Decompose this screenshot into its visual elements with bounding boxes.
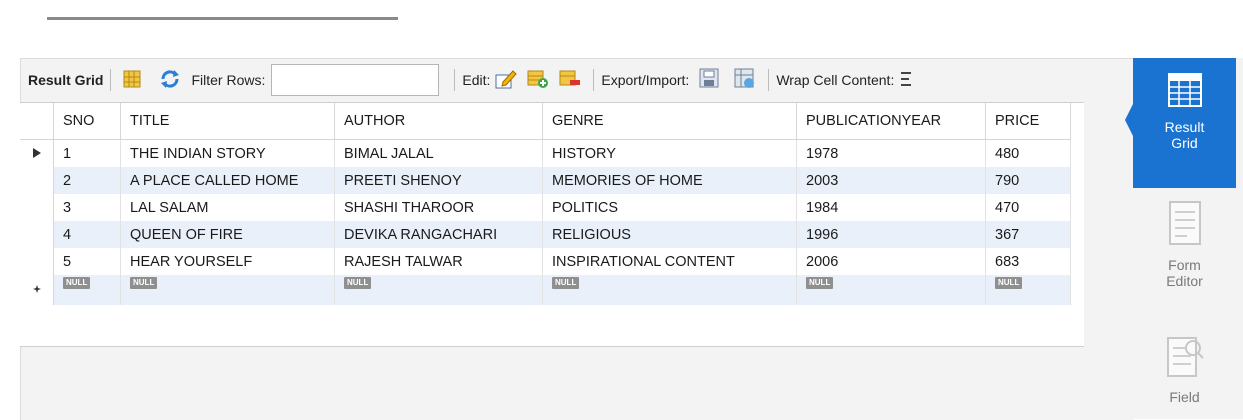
- null-badge: NULL: [806, 277, 834, 289]
- cell-genre[interactable]: INSPIRATIONAL CONTENT: [542, 248, 797, 275]
- form-editor-side-button[interactable]: Form Editor: [1133, 196, 1236, 312]
- cell-author[interactable]: NULL: [334, 275, 543, 305]
- filter-rows-label: Filter Rows:: [191, 72, 266, 88]
- result-grid-side-label: Grid: [1171, 135, 1198, 151]
- column-header-sno[interactable]: SNO: [53, 103, 121, 140]
- cell-price[interactable]: 683: [985, 248, 1071, 275]
- cell-genre[interactable]: NULL: [542, 275, 797, 305]
- cell-publicationyear[interactable]: 1984: [796, 194, 986, 221]
- cell-genre[interactable]: HISTORY: [542, 139, 797, 167]
- export-icon[interactable]: [699, 68, 721, 93]
- wrap-cell-content-label: Wrap Cell Content:: [776, 72, 895, 88]
- table-row[interactable]: 2 A PLACE CALLED HOME PREETI SHENOY MEMO…: [20, 167, 1071, 194]
- field-types-side-button[interactable]: Field: [1133, 330, 1236, 419]
- null-badge: NULL: [63, 277, 91, 289]
- field-types-side-label: Field: [1169, 389, 1200, 405]
- edit-row-icon[interactable]: [495, 69, 518, 92]
- cell-title[interactable]: LAL SALAM: [120, 194, 335, 221]
- cell-publicationyear[interactable]: 2003: [796, 167, 986, 194]
- import-icon[interactable]: [734, 68, 756, 93]
- toolbar-separator: [593, 69, 595, 91]
- form-editor-side-label: Form: [1168, 257, 1201, 273]
- active-pointer: [1125, 104, 1133, 136]
- cell-sno[interactable]: 1: [53, 139, 121, 167]
- cell-title[interactable]: HEAR YOURSELF: [120, 248, 335, 275]
- column-header-price[interactable]: PRICE: [985, 103, 1071, 140]
- cell-price[interactable]: 790: [985, 167, 1071, 194]
- cell-genre[interactable]: MEMORIES OF HOME: [542, 167, 797, 194]
- cell-title[interactable]: QUEEN OF FIRE: [120, 221, 335, 248]
- row-header[interactable]: [20, 221, 54, 248]
- cell-author[interactable]: DEVIKA RANGACHARI: [334, 221, 543, 248]
- column-header-title[interactable]: TITLE: [120, 103, 335, 140]
- result-grid-icon: [1167, 72, 1203, 111]
- table-row[interactable]: 1 THE INDIAN STORY BIMAL JALAL HISTORY 1…: [20, 139, 1071, 167]
- table-header-row: SNO TITLE AUTHOR GENRE PUBLICATIONYEAR P…: [20, 103, 1071, 140]
- result-grid-label: Result Grid: [28, 72, 104, 88]
- result-table: SNO TITLE AUTHOR GENRE PUBLICATIONYEAR P…: [20, 103, 1071, 305]
- cell-price[interactable]: 480: [985, 139, 1071, 167]
- refresh-icon[interactable]: [160, 69, 180, 91]
- cell-sno[interactable]: 3: [53, 194, 121, 221]
- cell-genre[interactable]: RELIGIOUS: [542, 221, 797, 248]
- cell-sno[interactable]: 2: [53, 167, 121, 194]
- toolbar-separator: [768, 69, 770, 91]
- cell-publicationyear[interactable]: NULL: [796, 275, 986, 305]
- cell-title[interactable]: A PLACE CALLED HOME: [120, 167, 335, 194]
- cell-sno[interactable]: NULL: [53, 275, 121, 305]
- table-row[interactable]: 5 HEAR YOURSELF RAJESH TALWAR INSPIRATIO…: [20, 248, 1071, 275]
- export-import-label: Export/Import:: [601, 72, 690, 88]
- null-badge: NULL: [344, 277, 372, 289]
- row-header[interactable]: [20, 167, 54, 194]
- delete-row-icon[interactable]: [559, 69, 581, 92]
- top-divider: [47, 17, 398, 20]
- cell-price[interactable]: 470: [985, 194, 1071, 221]
- cell-price[interactable]: NULL: [985, 275, 1071, 305]
- form-editor-icon: [1167, 200, 1203, 249]
- result-grid-side-button[interactable]: Result Grid: [1133, 58, 1236, 188]
- wrap-text-icon[interactable]: [899, 71, 913, 90]
- cell-publicationyear[interactable]: 2006: [796, 248, 986, 275]
- edit-label: Edit:: [462, 72, 491, 88]
- field-types-icon: [1165, 334, 1205, 383]
- cell-publicationyear[interactable]: 1978: [796, 139, 986, 167]
- cell-author[interactable]: PREETI SHENOY: [334, 167, 543, 194]
- column-header-genre[interactable]: GENRE: [542, 103, 797, 140]
- new-row[interactable]: NULL NULL NULL NULL NULL NULL: [20, 275, 1071, 305]
- row-header[interactable]: [20, 194, 54, 221]
- cell-price[interactable]: 367: [985, 221, 1071, 248]
- cell-title[interactable]: NULL: [120, 275, 335, 305]
- cell-author[interactable]: SHASHI THAROOR: [334, 194, 543, 221]
- cell-author[interactable]: RAJESH TALWAR: [334, 248, 543, 275]
- result-toolbar: Result Grid Filter Rows: Edit: Export/Im…: [20, 58, 1133, 102]
- cell-title[interactable]: THE INDIAN STORY: [120, 139, 335, 167]
- table-row[interactable]: 4 QUEEN OF FIRE DEVIKA RANGACHARI RELIGI…: [20, 221, 1071, 248]
- cell-sno[interactable]: 4: [53, 221, 121, 248]
- form-editor-side-label: Editor: [1166, 273, 1203, 289]
- grid-layout-icon[interactable]: [123, 70, 141, 91]
- current-row-icon[interactable]: [20, 139, 54, 167]
- result-grid-side-label: Result: [1164, 119, 1205, 135]
- cell-author[interactable]: BIMAL JALAL: [334, 139, 543, 167]
- null-badge: NULL: [995, 277, 1023, 289]
- toolbar-separator: [110, 69, 112, 91]
- null-badge: NULL: [130, 277, 158, 289]
- cell-publicationyear[interactable]: 1996: [796, 221, 986, 248]
- null-badge: NULL: [552, 277, 580, 289]
- add-row-icon[interactable]: [527, 69, 549, 92]
- result-grid: SNO TITLE AUTHOR GENRE PUBLICATIONYEAR P…: [20, 102, 1084, 347]
- row-header-corner: [20, 103, 54, 140]
- toolbar-separator: [454, 69, 456, 91]
- cell-sno[interactable]: 5: [53, 248, 121, 275]
- row-header[interactable]: [20, 248, 54, 275]
- cell-genre[interactable]: POLITICS: [542, 194, 797, 221]
- table-row[interactable]: 3 LAL SALAM SHASHI THAROOR POLITICS 1984…: [20, 194, 1071, 221]
- column-header-publicationyear[interactable]: PUBLICATIONYEAR: [796, 103, 986, 140]
- filter-rows-input[interactable]: [271, 64, 440, 96]
- column-header-author[interactable]: AUTHOR: [334, 103, 543, 140]
- new-row-icon[interactable]: [20, 275, 54, 305]
